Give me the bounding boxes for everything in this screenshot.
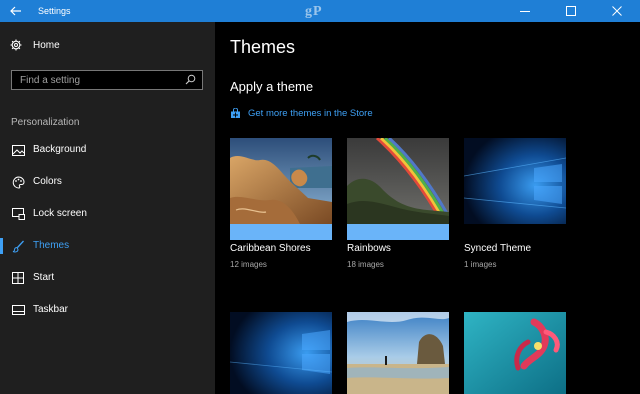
window-title: Settings (38, 6, 71, 16)
theme-image-count: 12 images (230, 260, 267, 269)
main-content: Themes Apply a theme Get more themes in … (215, 22, 640, 394)
sidebar-item-label: Themes (33, 240, 70, 251)
close-icon (612, 6, 622, 16)
close-button[interactable] (594, 0, 640, 22)
watermark-logo: gP (305, 4, 323, 19)
sidebar-item-themes[interactable]: Themes (0, 234, 215, 258)
theme-image-count: 18 images (347, 260, 384, 269)
picture-icon (11, 143, 25, 157)
sidebar-item-start[interactable]: Start (0, 266, 215, 290)
store-link[interactable]: Get more themes in the Store (230, 108, 373, 119)
sidebar-item-background[interactable]: Background (0, 138, 215, 162)
search-input[interactable]: Find a setting (11, 70, 203, 90)
theme-preview-image (230, 138, 332, 224)
sidebar: Home Find a setting Personalization Back… (0, 22, 215, 394)
theme-image-count: 1 images (464, 260, 497, 269)
maximize-button[interactable] (548, 0, 594, 22)
theme-tile-flower[interactable] (464, 312, 566, 394)
section-title-apply-theme: Apply a theme (230, 79, 314, 94)
sidebar-item-label: Start (33, 272, 55, 283)
theme-preview-image (230, 312, 332, 394)
theme-tile-rainbows[interactable]: Rainbows 18 images (347, 138, 449, 278)
store-icon (231, 108, 240, 118)
minimize-icon (520, 11, 530, 12)
theme-name: Rainbows (347, 243, 391, 254)
theme-tile-synced[interactable]: Synced Theme 1 images (464, 138, 566, 278)
start-icon (11, 271, 25, 285)
home-nav-item[interactable]: Home (10, 39, 60, 51)
sidebar-item-label: Background (33, 144, 87, 155)
taskbar-icon (11, 303, 25, 317)
back-arrow-icon (10, 6, 21, 16)
back-button[interactable] (0, 0, 32, 22)
theme-name: Synced Theme (464, 243, 532, 254)
gear-icon (10, 39, 22, 51)
search-placeholder: Find a setting (20, 75, 81, 86)
sidebar-item-taskbar[interactable]: Taskbar (0, 298, 215, 322)
home-label: Home (33, 39, 60, 51)
sidebar-item-colors[interactable]: Colors (0, 170, 215, 194)
theme-name: Caribbean Shores (230, 243, 311, 254)
theme-tile-beach[interactable] (347, 312, 449, 394)
theme-accent-strip (230, 224, 332, 240)
store-link-label: Get more themes in the Store (248, 108, 373, 119)
theme-preview-image (464, 312, 566, 394)
minimize-button[interactable] (502, 0, 548, 22)
page-title: Themes (230, 37, 296, 57)
search-icon[interactable] (185, 74, 196, 85)
palette-icon (11, 175, 25, 189)
theme-accent-strip (347, 224, 449, 240)
sidebar-item-label: Colors (33, 176, 62, 187)
theme-preview-image (464, 138, 566, 224)
theme-preview-image (347, 312, 449, 394)
maximize-icon (566, 6, 576, 16)
lock-screen-icon (11, 207, 25, 221)
sidebar-item-label: Taskbar (33, 304, 69, 315)
sidebar-item-lock-screen[interactable]: Lock screen (0, 202, 215, 226)
brush-icon (11, 239, 25, 253)
sidebar-item-label: Lock screen (33, 208, 87, 219)
active-indicator (0, 238, 3, 254)
theme-tile-caribbean-shores[interactable]: Caribbean Shores 12 images (230, 138, 332, 278)
section-header-personalization: Personalization (11, 117, 80, 128)
theme-preview-image (347, 138, 449, 224)
title-bar: Settings gP (0, 0, 640, 22)
theme-tile-windows[interactable] (230, 312, 332, 394)
